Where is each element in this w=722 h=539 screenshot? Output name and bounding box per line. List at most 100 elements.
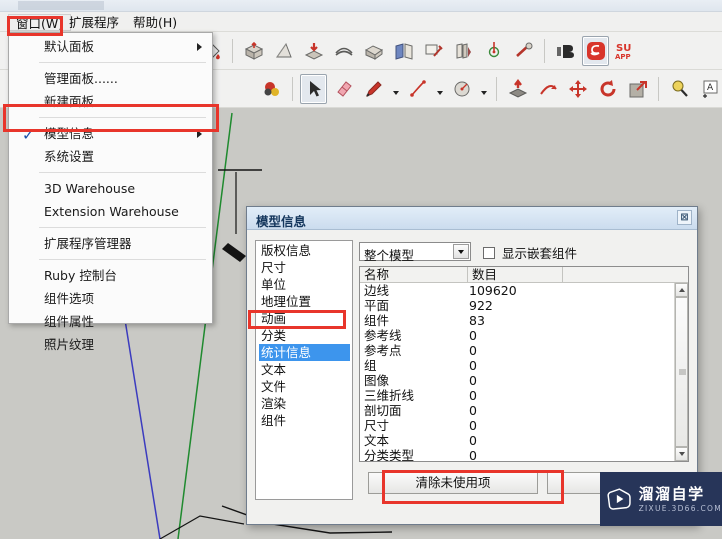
sketchup-logo-icon[interactable] [582,35,609,66]
menu-item-new-tray[interactable]: 新建面板...... [9,90,212,113]
pencil-icon[interactable] [360,74,387,104]
menu-item-default-tray[interactable]: 默认面板 [9,35,212,58]
cell-count: 109620 [469,283,517,298]
cell-name: 文本 [364,433,390,448]
menu-item-3d-warehouse[interactable]: 3D Warehouse [9,177,212,200]
chevron-down-icon[interactable] [453,244,469,259]
table-row[interactable]: 文本 0 [360,433,674,448]
table-body[interactable]: 边线 109620 平面 922 组件 83 参考线 0 参考点 0 组 0 图… [360,283,674,461]
category-item-text[interactable]: 文本 [259,361,352,378]
menu-item-label: Extension Warehouse [44,204,179,219]
solid-tools-icon[interactable] [360,36,387,66]
cell-name: 图像 [364,373,390,388]
layers-stack-icon[interactable] [450,36,477,66]
nested-components-checkbox-row[interactable]: 显示嵌套组件 [483,243,577,262]
cell-count: 0 [469,358,477,373]
table-header: 名称 数目 [360,267,688,283]
cell-count: 0 [469,418,477,433]
cell-count: 0 [469,328,477,343]
su-app-icon[interactable]: SU APP [612,36,639,66]
table-row[interactable]: 参考线 0 [360,328,674,343]
table-row[interactable]: 组 0 [360,358,674,373]
table-row[interactable]: 剖切面 0 [360,403,674,418]
arc-icon[interactable] [404,74,431,104]
category-list[interactable]: 版权信息 尺寸 单位 地理位置 动画 分类 统计信息 文本 文件 渲染 组件 [255,240,353,500]
table-row[interactable]: 图像 0 [360,373,674,388]
category-item-geolocation[interactable]: 地理位置 [259,293,352,310]
menu-item-component-attributes[interactable]: 组件属性 [9,310,212,333]
checkbox-icon[interactable] [483,246,495,259]
menu-item-photo-texture[interactable]: 照片纹理 [9,333,212,356]
menu-item-model-info[interactable]: ✓ 模型信息 [9,122,212,145]
table-row[interactable]: 参考点 0 [360,343,674,358]
scale-icon[interactable] [624,74,651,104]
follow-me-icon[interactable] [534,74,561,104]
purge-unused-button[interactable]: 清除未使用项 [368,472,538,494]
cell-name: 参考线 [364,328,402,343]
box-tool-icon[interactable] [240,36,267,66]
push-pull-icon[interactable] [300,36,327,66]
table-row[interactable]: 平面 922 [360,298,674,313]
category-item-rendering[interactable]: 渲染 [259,395,352,412]
menu-item-extension-manager[interactable]: 扩展程序管理器 [9,232,212,255]
move-icon[interactable] [564,74,591,104]
chevron-right-icon [197,129,202,138]
table-scrollbar[interactable] [674,283,688,461]
book-texture-icon[interactable] [390,36,417,66]
menu-item-label: Ruby 控制台 [44,268,117,283]
menu-item-label: 照片纹理 [44,337,95,352]
select-arrow-icon[interactable] [300,73,327,104]
wedge-tool-icon[interactable] [270,36,297,66]
category-item-animation[interactable]: 动画 [259,310,352,327]
category-item-file[interactable]: 文件 [259,378,352,395]
scroll-down-icon[interactable] [675,447,688,461]
toolbar-separator [292,76,293,101]
table-row[interactable]: 尺寸 0 [360,418,674,433]
circle-dropdown-caret[interactable] [478,74,489,104]
table-row[interactable]: 组件 83 [360,313,674,328]
menu-item-label: 3D Warehouse [44,181,136,196]
menu-item-component-options[interactable]: 组件选项 [9,287,212,310]
table-row[interactable]: 分类类型 0 [360,448,674,461]
eraser-icon[interactable] [330,74,357,104]
cell-name: 平面 [364,298,390,313]
push-pull-icon[interactable] [504,74,531,104]
watermark-url: ZIXUE.3D66.COM [638,503,722,513]
watermark: 溜溜自学 ZIXUE.3D66.COM [600,472,722,526]
tools-cluster-icon[interactable] [258,74,285,104]
menu-help[interactable]: 帮助(H) [126,14,184,31]
menu-item-extension-warehouse[interactable]: Extension Warehouse [9,200,212,223]
dynamic-component-icon[interactable] [510,36,537,66]
pencil-dropdown-caret[interactable] [390,74,401,104]
material-picker-icon[interactable] [420,36,447,66]
table-row[interactable]: 三维折线 0 [360,388,674,403]
scrollbar-thumb[interactable] [675,297,688,447]
arc-shape-icon[interactable] [330,36,357,66]
rotate-icon[interactable] [594,74,621,104]
category-item-components[interactable]: 组件 [259,412,352,429]
scope-select[interactable]: 整个模型 [359,242,471,263]
table-row[interactable]: 边线 109620 [360,283,674,298]
zoom-icon[interactable] [666,74,693,104]
category-item-classification[interactable]: 分类 [259,327,352,344]
menu-item-label: 新建面板...... [44,94,118,109]
cell-name: 三维折线 [364,388,415,403]
category-item-dimensions[interactable]: 尺寸 [259,259,352,276]
category-item-units[interactable]: 单位 [259,276,352,293]
nested-components-label: 显示嵌套组件 [502,246,578,261]
b-logo-icon[interactable] [552,36,579,66]
menu-item-preferences[interactable]: 系统设置 [9,145,212,168]
protractor-icon[interactable] [480,36,507,66]
cell-count: 922 [469,298,493,313]
menu-extensions[interactable]: 扩展程序 [62,14,126,31]
category-item-statistics[interactable]: 统计信息 [259,344,350,361]
arc-dropdown-caret[interactable] [434,74,445,104]
close-icon[interactable]: ⊠ [677,210,692,225]
category-item-copyright[interactable]: 版权信息 [259,242,352,259]
menu-item-manage-trays[interactable]: 管理面板...... [9,67,212,90]
window-dropdown-menu[interactable]: 默认面板 管理面板...... 新建面板...... ✓ 模型信息 系统设置 3… [8,32,213,352]
scroll-up-icon[interactable] [675,283,688,297]
text-icon[interactable]: A [696,74,722,104]
circle-icon[interactable] [448,74,475,104]
menu-item-ruby-console[interactable]: Ruby 控制台 [9,264,212,287]
